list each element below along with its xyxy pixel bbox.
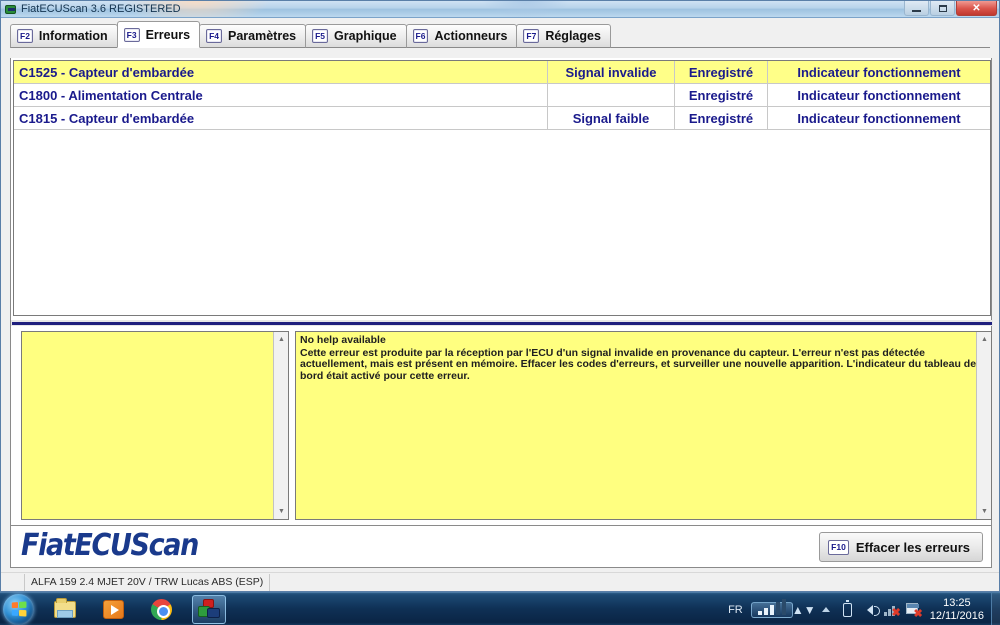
footer-bar: FiatECUScan F10 Effacer les erreurs (10, 526, 992, 568)
close-icon: ✕ (972, 2, 981, 14)
show-hidden-icons-icon[interactable] (815, 600, 837, 620)
status-segment-rest (270, 574, 282, 591)
help-header: No help available (300, 334, 386, 346)
taskbar-item-chrome[interactable] (144, 595, 178, 624)
cell-indicator: Indicateur fonctionnement (797, 64, 961, 80)
panel-divider[interactable] (11, 320, 993, 326)
table-row[interactable]: C1525 - Capteur d'embardée Signal invali… (14, 61, 990, 84)
windows-logo-icon (11, 601, 27, 617)
help-scrollbar[interactable]: ▲ ▼ (976, 332, 991, 519)
scroll-down-icon[interactable]: ▼ (977, 504, 991, 519)
clock-date: 12/11/2016 (929, 609, 984, 622)
obd-connector-icon (4, 3, 17, 16)
cell-code-description: C1525 - Capteur d'embardée (14, 61, 548, 83)
help-text: No help available Cette erreur est produ… (296, 332, 991, 382)
tab-reglages[interactable]: F7 Réglages (516, 24, 611, 48)
cell-code-description: C1815 - Capteur d'embardée (14, 107, 548, 129)
tab-label-information: Information (38, 29, 108, 43)
clear-errors-label: Effacer les erreurs (855, 539, 970, 555)
taskbar-item-media-player[interactable] (96, 595, 130, 624)
windows-explorer-icon (54, 597, 76, 618)
fiatecuscan-app-icon (198, 599, 220, 619)
network-disconnected-icon[interactable]: ✖ (881, 600, 903, 620)
fkey-badge-f4: F4 (206, 29, 222, 43)
cell-signal-status: Signal faible (548, 107, 675, 129)
battery-icon[interactable] (837, 600, 859, 620)
tab-actionneurs[interactable]: F6 Actionneurs (405, 24, 518, 48)
maximize-button[interactable] (930, 1, 955, 16)
cell-memory-status: Enregistré (675, 61, 768, 83)
window-controls: ✕ (904, 1, 997, 16)
status-ecu-info: ALFA 159 2.4 MJET 20V / TRW Lucas ABS (E… (25, 573, 271, 591)
freeze-frame-panel[interactable]: ▲ ▼ (21, 331, 289, 520)
help-panel[interactable]: No help available Cette erreur est produ… (295, 331, 992, 520)
taskbar-item-fiatecuscan[interactable] (192, 594, 226, 624)
titlebar-glow-secondary (481, 1, 571, 17)
fkey-badge-f3: F3 (123, 27, 140, 42)
google-chrome-icon (150, 598, 172, 620)
signal-strength-icon[interactable] (750, 598, 793, 618)
close-button[interactable]: ✕ (956, 1, 997, 16)
antenna-icon[interactable]: ▲▼ (792, 600, 816, 620)
fkey-badge-f5: F5 (312, 29, 329, 43)
cell-indicator: Indicateur fonctionnement (797, 110, 961, 126)
taskbar-item-explorer[interactable] (48, 595, 82, 624)
window-title: FiatECUScan 3.6 REGISTERED (21, 3, 181, 15)
system-tray: FR ▲▼ ✖ ✖ 13:25 12/11/2016 (720, 593, 1000, 625)
cell-code-description: C1800 - Alimentation Centrale (14, 84, 548, 106)
clock[interactable]: 13:25 12/11/2016 (925, 597, 991, 623)
divider-bar (12, 322, 992, 325)
application-window: FiatECUScan 3.6 REGISTERED ✕ F2 Informat… (0, 0, 1000, 592)
cell-signal-status (548, 84, 675, 106)
help-body: Cette erreur est produite par la récepti… (300, 346, 977, 382)
media-player-icon (102, 599, 124, 619)
language-indicator[interactable]: FR (720, 604, 751, 616)
tab-label-reglages: Réglages (545, 29, 601, 43)
show-desktop-button[interactable] (991, 593, 1000, 625)
action-center-flag-icon[interactable]: ✖ (903, 600, 925, 620)
scroll-down-icon[interactable]: ▼ (274, 504, 288, 519)
tab-label-parametres: Paramètres (228, 29, 297, 43)
fkey-badge-f2: F2 (17, 29, 33, 43)
tab-graphique[interactable]: F5 Graphique (305, 24, 407, 48)
status-bar: ALFA 159 2.4 MJET 20V / TRW Lucas ABS (E… (1, 572, 999, 591)
freeze-frame-content (22, 332, 288, 335)
tab-label-actionneurs: Actionneurs (434, 29, 508, 43)
tab-information[interactable]: F2 Information (10, 24, 118, 48)
table-row[interactable]: C1800 - Alimentation Centrale Enregistré… (14, 84, 990, 107)
clock-time: 13:25 (943, 596, 971, 609)
minimize-button[interactable] (904, 1, 929, 16)
scroll-up-icon[interactable]: ▲ (274, 332, 288, 347)
tab-bar: F2 Information F3 Erreurs F4 Paramètres … (1, 21, 999, 48)
fkey-badge-f7: F7 (523, 29, 540, 43)
scroll-up-icon[interactable]: ▲ (977, 332, 991, 347)
error-code-table[interactable]: C1525 - Capteur d'embardée Signal invali… (13, 60, 991, 316)
cell-signal-status: Signal invalide (548, 61, 675, 83)
windows-taskbar: FR ▲▼ ✖ ✖ 13:25 12/11/2016 (0, 592, 1000, 625)
status-segment-empty (1, 573, 25, 591)
volume-icon[interactable] (859, 600, 881, 620)
tab-label-erreurs: Erreurs (145, 27, 191, 42)
title-bar: FiatECUScan 3.6 REGISTERED ✕ (1, 1, 999, 18)
fkey-badge-f6: F6 (412, 29, 429, 43)
table-row[interactable]: C1815 - Capteur d'embardée Signal faible… (14, 107, 990, 130)
app-logo: FiatECUScan (21, 528, 199, 563)
cell-memory-status: Enregistré (675, 107, 768, 129)
tab-label-graphique: Graphique (334, 29, 397, 43)
start-button-icon[interactable] (3, 594, 34, 625)
fkey-badge-f10: F10 (828, 539, 849, 555)
cell-indicator: Indicateur fonctionnement (797, 87, 961, 103)
tab-content-panel: C1525 - Capteur d'embardée Signal invali… (10, 58, 993, 526)
clear-errors-button[interactable]: F10 Effacer les erreurs (819, 532, 983, 562)
cell-memory-status: Enregistré (675, 84, 768, 106)
freeze-frame-scrollbar[interactable]: ▲ ▼ (273, 332, 288, 519)
tab-erreurs[interactable]: F3 Erreurs (116, 21, 201, 48)
tab-parametres[interactable]: F4 Paramètres (199, 24, 307, 48)
